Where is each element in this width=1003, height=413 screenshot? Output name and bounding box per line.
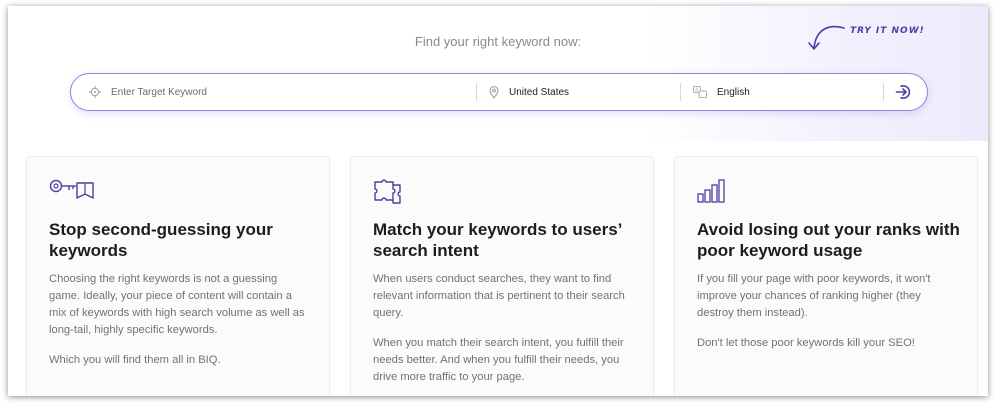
try-it-now-label: TRY IT NOW! <box>850 26 925 36</box>
card-title: Stop second-guessing your keywords <box>49 220 273 260</box>
card-body: When users conduct searches, they want t… <box>373 271 635 396</box>
curved-arrow-icon <box>808 25 845 50</box>
keyword-segment <box>71 74 476 110</box>
card-body: Choosing the right keywords is not a gue… <box>49 271 311 382</box>
card-paragraph: Choosing the right keywords is not a gue… <box>49 273 305 336</box>
arrow-login-icon <box>895 85 911 99</box>
search-submit-button[interactable] <box>895 83 913 101</box>
feature-card-keywords: Stop second-guessing your keywords Choos… <box>26 156 330 396</box>
target-icon <box>89 86 101 98</box>
card-paragraph: Don't let those poor keywords kill your … <box>697 337 915 349</box>
page-frame: Find your right keyword now: TRY IT NOW! <box>8 6 988 396</box>
translate-icon: A <box>693 86 707 98</box>
puzzle-icon <box>373 179 403 210</box>
language-select[interactable]: A English <box>680 83 883 101</box>
svg-text:A: A <box>695 88 699 94</box>
target-keyword-input[interactable] <box>111 86 411 98</box>
card-body: If you fill your page with poor keywords… <box>697 271 959 365</box>
bar-chart-icon <box>697 179 727 208</box>
location-pin-icon <box>489 85 499 99</box>
card-title: Avoid losing out your ranks with poor ke… <box>697 220 960 260</box>
card-paragraph: If you fill your page with poor keywords… <box>697 273 931 319</box>
card-title: Match your keywords to users’ search int… <box>373 220 622 260</box>
submit-segment <box>883 83 924 101</box>
feature-card-search-intent: Match your keywords to users’ search int… <box>350 156 654 396</box>
card-paragraph: When you match their search intent, you … <box>373 337 624 383</box>
card-paragraph: When users conduct searches, they want t… <box>373 273 625 319</box>
hero-section: Find your right keyword now: TRY IT NOW! <box>8 6 988 141</box>
feature-card-ranks: Avoid losing out your ranks with poor ke… <box>674 156 978 396</box>
key-icon <box>49 179 97 206</box>
location-select[interactable]: United States <box>476 83 680 101</box>
location-value: United States <box>509 86 570 98</box>
keyword-search-bar: United States A English <box>70 73 928 111</box>
language-value: English <box>717 86 750 98</box>
card-paragraph: Which you will find them all in BIQ. <box>49 354 221 366</box>
